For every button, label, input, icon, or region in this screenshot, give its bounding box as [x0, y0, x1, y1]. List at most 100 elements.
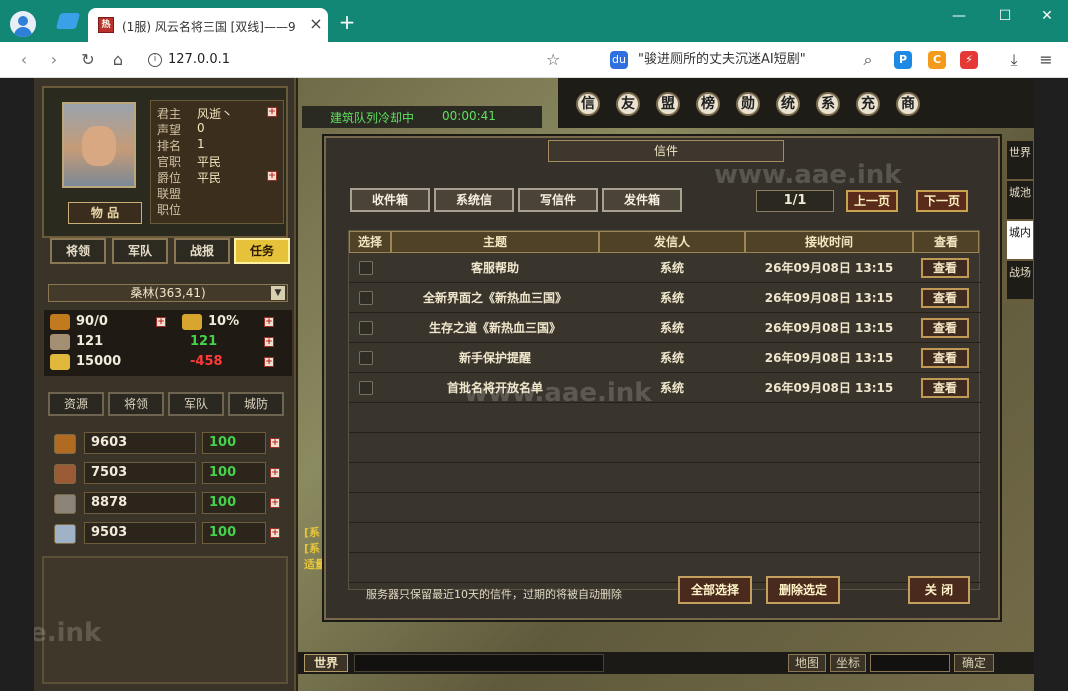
wood-icon: [54, 434, 76, 454]
nav-shop[interactable]: 商: [896, 92, 920, 116]
iron-plus-icon[interactable]: +: [270, 498, 280, 508]
map-button[interactable]: 地图: [788, 654, 826, 672]
row-checkbox[interactable]: [359, 291, 373, 305]
extension-orange-icon[interactable]: C: [928, 51, 946, 69]
general-portrait: [62, 102, 136, 188]
site-info-icon[interactable]: i: [148, 53, 162, 67]
coord-input[interactable]: [870, 654, 950, 672]
tab-system-mail[interactable]: 系统信: [434, 188, 514, 212]
resource-row-clay: 7503 100 +: [52, 462, 282, 486]
minimize-icon[interactable]: —: [944, 6, 974, 26]
baidu-paw-icon: du: [610, 51, 628, 69]
row-checkbox[interactable]: [359, 351, 373, 365]
city-location-select[interactable]: 桑林(363,41) ▼: [48, 284, 288, 302]
row-time: 26年09月08日 13:15: [764, 351, 894, 365]
bookmark-star-icon[interactable]: ☆: [546, 50, 560, 69]
extension-red-icon[interactable]: ⚡: [960, 51, 978, 69]
chat-input[interactable]: [354, 654, 604, 672]
nav-system[interactable]: 系: [816, 92, 840, 116]
next-page-button[interactable]: 下一页: [916, 190, 968, 212]
world-channel-button[interactable]: 世界: [304, 654, 348, 672]
forward-icon[interactable]: ›: [44, 50, 64, 70]
chevron-down-icon[interactable]: ▼: [271, 286, 285, 300]
url-field[interactable]: i 127.0.0.1: [142, 47, 582, 73]
rename-plus-icon[interactable]: +: [267, 107, 277, 117]
table-row[interactable]: 客服帮助 系统 26年09月08日 13:15 查看: [349, 253, 981, 283]
tab-defense[interactable]: 城防: [228, 392, 284, 416]
back-icon[interactable]: ‹: [14, 50, 34, 70]
side-tab-battlefield[interactable]: 战场: [1006, 260, 1034, 300]
close-window-icon[interactable]: ✕: [1032, 6, 1062, 26]
select-all-button[interactable]: 全部选择: [678, 576, 752, 604]
tab-reports[interactable]: 战报: [174, 238, 230, 264]
food-plus-icon[interactable]: +: [156, 317, 166, 327]
tab-resources[interactable]: 资源: [48, 392, 104, 416]
download-icon[interactable]: ⤓: [1004, 50, 1024, 70]
table-row[interactable]: 新手保护提醒 系统 26年09月08日 13:15 查看: [349, 343, 981, 373]
col-view: 查看: [913, 231, 979, 253]
tab-outbox[interactable]: 发件箱: [602, 188, 682, 212]
view-button[interactable]: 查看: [921, 258, 969, 278]
row-checkbox[interactable]: [359, 381, 373, 395]
side-tab-inner-city[interactable]: 城内: [1006, 220, 1034, 260]
maximize-icon[interactable]: ☐: [990, 6, 1020, 26]
tab-close-icon[interactable]: ×: [306, 14, 326, 34]
player-info-table: 君主 风逝丶 声望 0 排名 1 官职 平民 爵位 平民 联盟 职位 + +: [150, 100, 284, 224]
nav-alliance[interactable]: 盟: [656, 92, 680, 116]
wood-plus-icon[interactable]: +: [270, 438, 280, 448]
home-icon[interactable]: ⌂: [108, 50, 128, 70]
nav-recharge[interactable]: 充: [856, 92, 880, 116]
gold-icon: [50, 354, 70, 370]
row-checkbox[interactable]: [359, 261, 373, 275]
menu-icon[interactable]: ≡: [1036, 50, 1056, 70]
edge-tab-icon[interactable]: [55, 13, 81, 29]
tax-plus-icon[interactable]: +: [264, 317, 274, 327]
tab-generals[interactable]: 将领: [50, 238, 106, 264]
tab-army[interactable]: 军队: [112, 238, 168, 264]
tab-res-army[interactable]: 军队: [168, 392, 224, 416]
row-checkbox[interactable]: [359, 321, 373, 335]
profile-avatar-icon[interactable]: [10, 11, 36, 37]
title-plus-icon[interactable]: +: [267, 171, 277, 181]
delete-selected-button[interactable]: 删除选定: [766, 576, 840, 604]
confirm-button[interactable]: 确定: [954, 654, 994, 672]
tab-quests[interactable]: 任务: [234, 238, 290, 264]
wood-rate: 100: [202, 432, 266, 454]
clay-plus-icon[interactable]: +: [270, 468, 280, 478]
new-tab-icon[interactable]: +: [336, 12, 358, 34]
table-row[interactable]: 全新界面之《新热血三国》 系统 26年09月08日 13:15 查看: [349, 283, 981, 313]
mail-table: 选择 主题 发信人 接收时间 查看 客服帮助 系统 26年09月08日 13:1…: [348, 230, 981, 590]
prev-page-button[interactable]: 上一页: [846, 190, 898, 212]
extension-blue-icon[interactable]: P: [894, 51, 912, 69]
tax-icon: [182, 314, 202, 330]
tab-res-generals[interactable]: 将领: [108, 392, 164, 416]
empty-row: [349, 493, 981, 523]
population-plus-icon[interactable]: +: [264, 337, 274, 347]
gold-plus-icon[interactable]: +: [264, 357, 274, 367]
reload-icon[interactable]: ↻: [78, 50, 98, 70]
view-button[interactable]: 查看: [921, 348, 969, 368]
items-button[interactable]: 物 品: [68, 202, 142, 224]
steel-plus-icon[interactable]: +: [270, 528, 280, 538]
table-row[interactable]: 首批名将开放名单 系统 26年09月08日 13:15 查看: [349, 373, 981, 403]
tab-compose[interactable]: 写信件: [518, 188, 598, 212]
close-dialog-button[interactable]: 关 闭: [908, 576, 970, 604]
view-button[interactable]: 查看: [921, 288, 969, 308]
nav-ranking[interactable]: 榜: [696, 92, 720, 116]
tab-inbox[interactable]: 收件箱: [350, 188, 430, 212]
nav-friends[interactable]: 友: [616, 92, 640, 116]
nav-stats[interactable]: 统: [776, 92, 800, 116]
info-row-lord: 君主 风逝丶: [157, 107, 234, 121]
view-button[interactable]: 查看: [921, 378, 969, 398]
view-button[interactable]: 查看: [921, 318, 969, 338]
empty-row: [349, 403, 981, 433]
nav-medals[interactable]: 勋: [736, 92, 760, 116]
search-suggestion[interactable]: du "骏进厕所的丈夫沉迷AI短剧": [604, 47, 884, 73]
active-tab[interactable]: 热 (1服) 风云名将三国 [双线]——9 ×: [88, 8, 328, 42]
table-row[interactable]: 生存之道《新热血三国》 系统 26年09月08日 13:15 查看: [349, 313, 981, 343]
search-icon[interactable]: ⌕: [858, 50, 878, 70]
row-subject: 全新界面之《新热血三国》: [422, 291, 567, 305]
side-tab-world[interactable]: 世界: [1006, 140, 1034, 180]
side-tab-cities[interactable]: 城池: [1006, 180, 1034, 220]
nav-mail[interactable]: 信: [576, 92, 600, 116]
